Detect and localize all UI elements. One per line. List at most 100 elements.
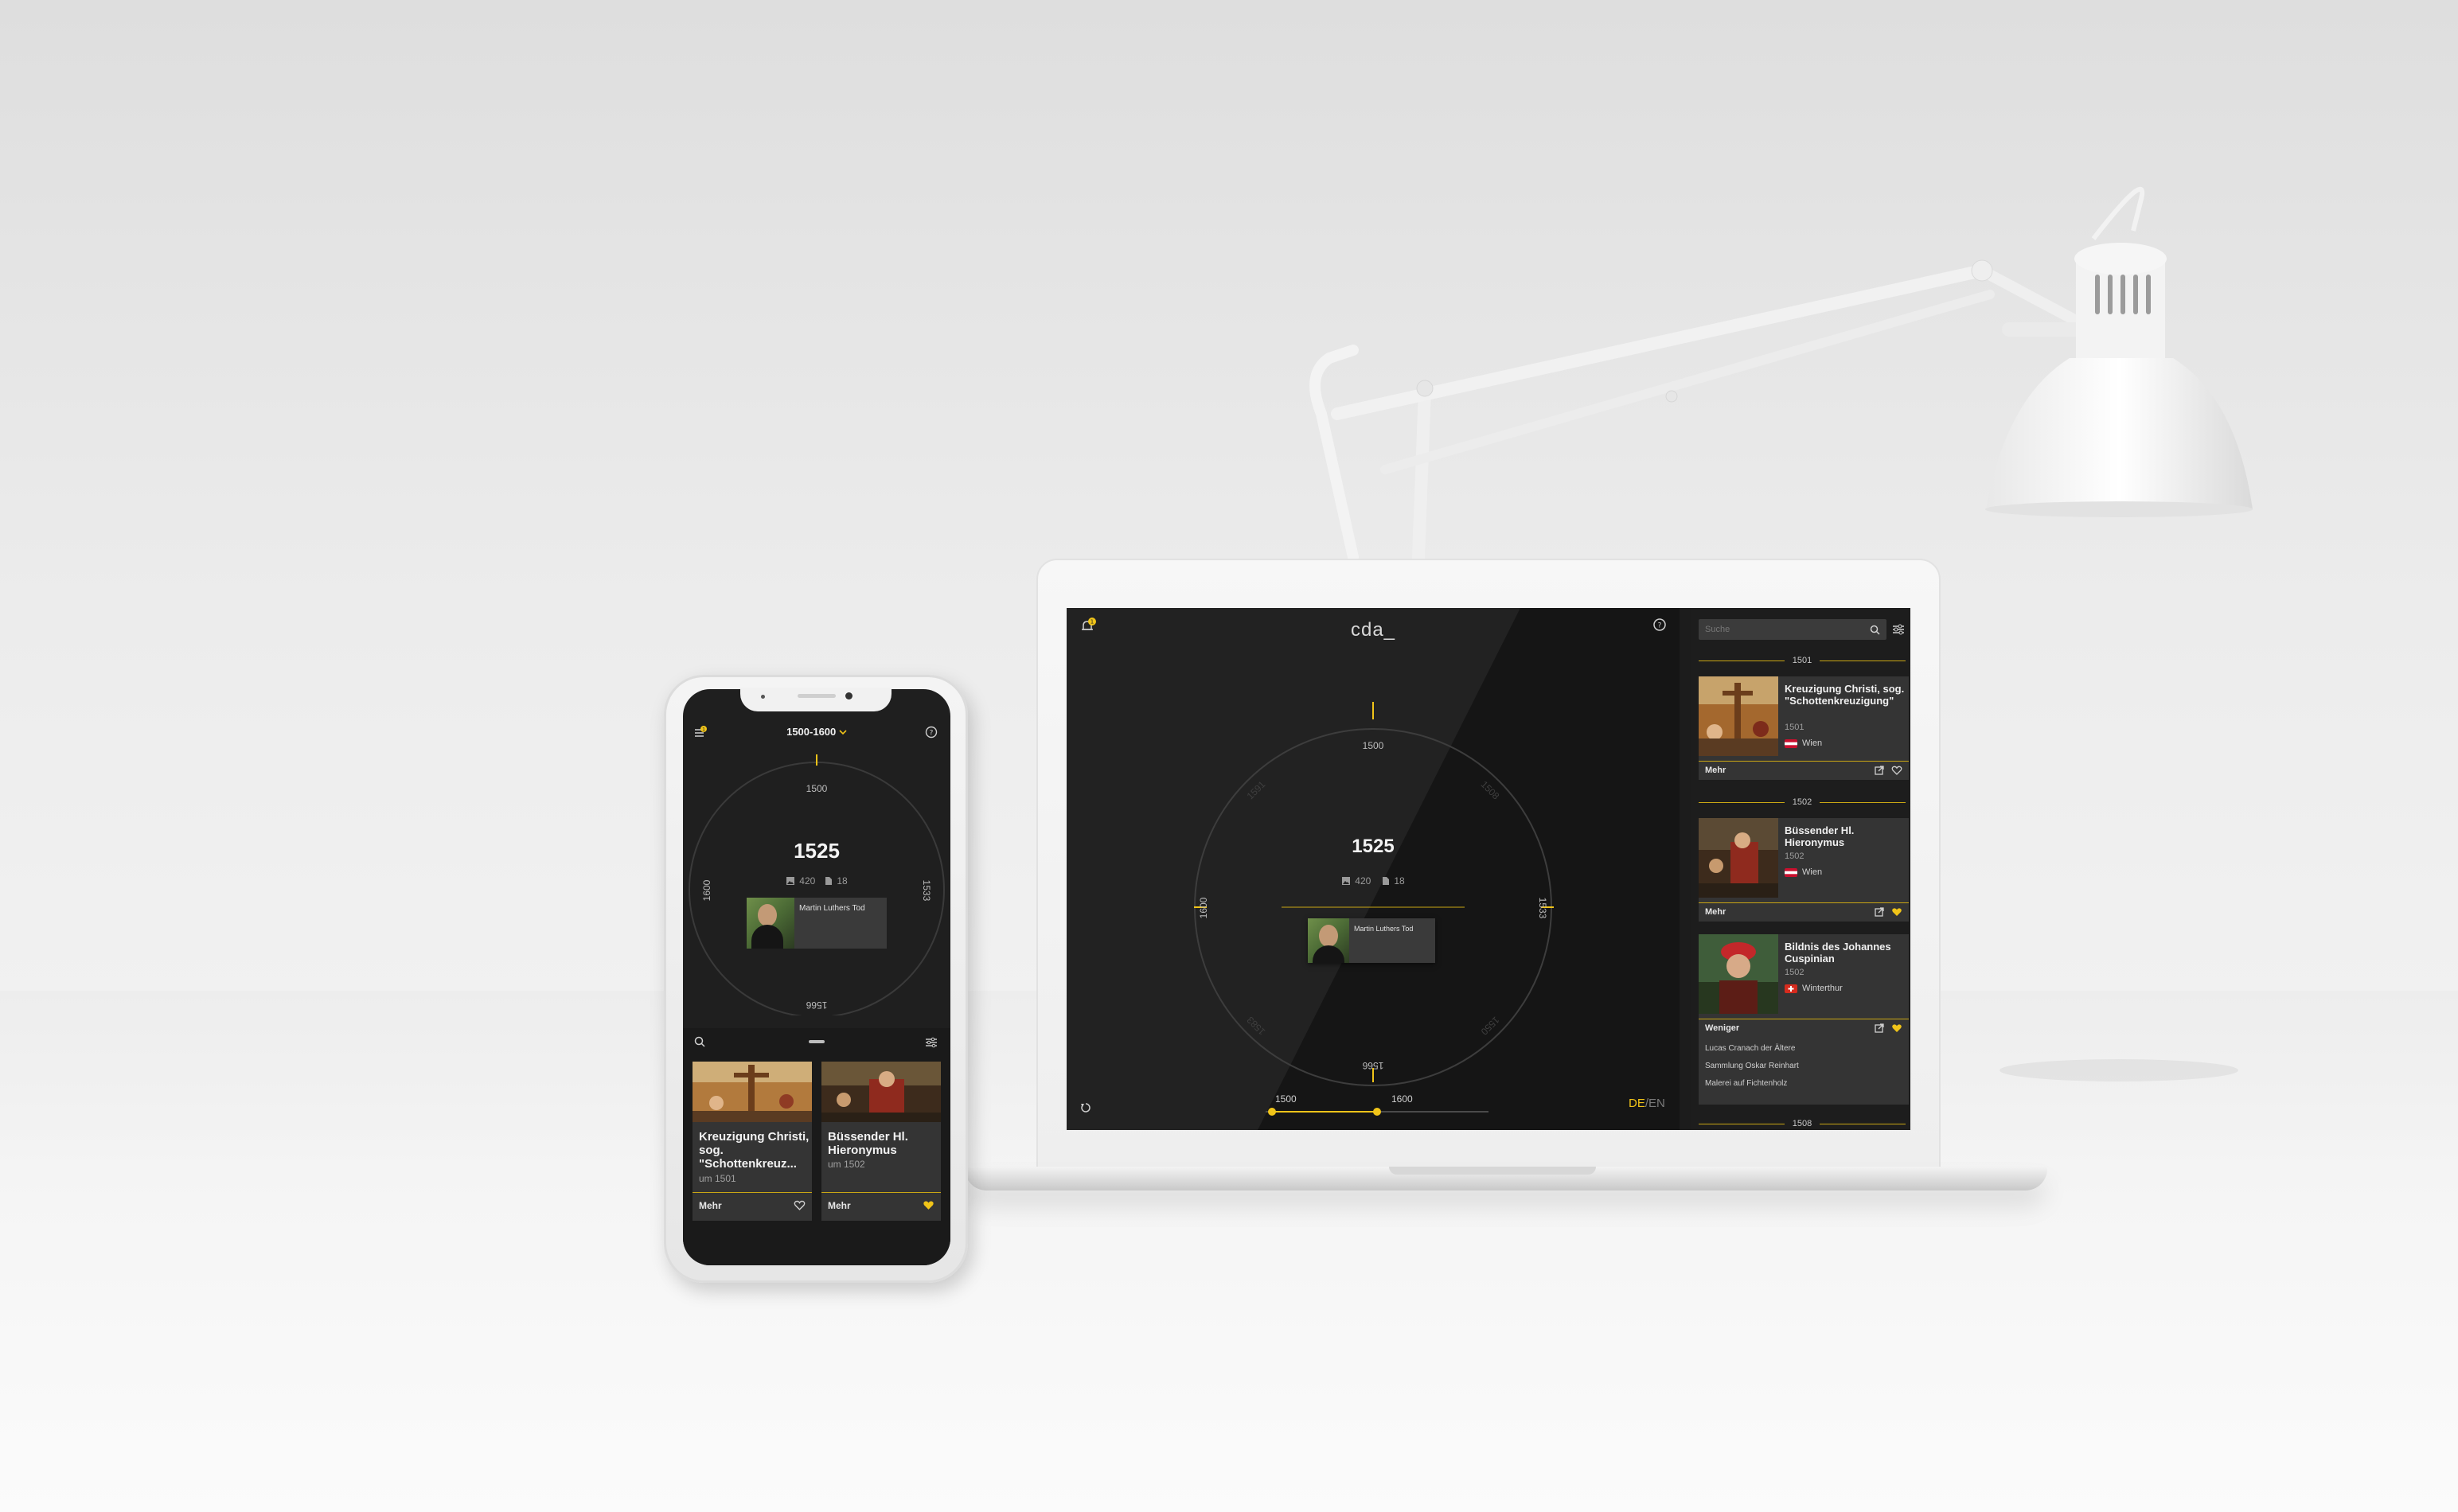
artwork-card[interactable]: Kreuzigung Christi, sog. "Schottenkreuzi…	[1699, 676, 1909, 780]
range-selector[interactable]: 1500-1600	[683, 726, 950, 738]
heart-outline-icon[interactable]	[794, 1199, 806, 1211]
austria-flag-icon	[1785, 738, 1797, 748]
artwork-thumbnail	[1699, 934, 1778, 1014]
artwork-action-bar: Mehr	[821, 1192, 941, 1218]
artwork-action-bar: Weniger	[1699, 1019, 1909, 1036]
image-icon	[1342, 877, 1351, 885]
search-input[interactable]: Suche	[1705, 625, 1870, 634]
event-portrait	[747, 898, 794, 949]
heart-filled-icon[interactable]	[1891, 1023, 1902, 1034]
artwork-collection: Sammlung Oskar Reinhart	[1705, 1062, 1799, 1070]
open-external-icon[interactable]	[1874, 906, 1885, 918]
more-button[interactable]: Mehr	[1705, 766, 1867, 775]
artwork-location-label: Winterthur	[1802, 984, 1843, 993]
range-start-label: 1500	[1275, 1093, 1297, 1105]
drag-handle[interactable]	[809, 1040, 825, 1043]
phone-artwork-card[interactable]: Kreuzigung Christi, sog. "Schottenkreuz.…	[693, 1062, 812, 1221]
artwork-location: Wien	[1785, 738, 1822, 748]
year-divider-label: 1501	[1792, 656, 1812, 665]
artwork-action-bar: Mehr	[693, 1192, 812, 1218]
heart-filled-icon[interactable]	[923, 1199, 934, 1211]
language-de[interactable]: DE	[1629, 1097, 1645, 1110]
time-wheel[interactable]	[1067, 608, 1680, 1130]
artwork-title: Kreuzigung Christi, sog. "Schottenkreuzi…	[1785, 683, 1905, 707]
range-end-handle[interactable]	[1373, 1108, 1381, 1116]
artwork-card[interactable]: Büssender Hl. Hieronymus 1502 Wien Mehr	[1699, 818, 1909, 922]
artwork-location: Winterthur	[1785, 984, 1843, 993]
help-icon[interactable]: ?	[925, 726, 938, 738]
range-end-label: 1600	[1391, 1093, 1413, 1105]
phone-results-panel: Kreuzigung Christi, sog. "Schottenkreuz.…	[683, 1028, 950, 1265]
phone-event-card[interactable]: Martin Luthers Tod	[747, 898, 887, 949]
artwork-thumbnail	[821, 1062, 941, 1122]
phone-artwork-card[interactable]: Büssender Hl. Hieronymus um 1502 Mehr	[821, 1062, 941, 1221]
heart-outline-icon[interactable]	[1891, 765, 1902, 776]
document-icon	[1383, 877, 1390, 885]
phone-sensor	[761, 695, 765, 699]
search-icon[interactable]	[694, 1036, 705, 1047]
reset-icon[interactable]	[1079, 1101, 1092, 1114]
artwork-card-expanded[interactable]: Bildnis des Johannes Cuspinian 1502 Wint…	[1699, 934, 1909, 1105]
language-switch[interactable]: DE/EN	[1629, 1097, 1665, 1110]
chevron-down-icon	[839, 730, 847, 735]
event-title: Martin Luthers Tod	[799, 904, 865, 913]
range-start-handle[interactable]	[1268, 1108, 1276, 1116]
year-divider: 1502	[1699, 796, 1906, 809]
artwork-title: Bildnis des Johannes Cuspinian	[1785, 941, 1891, 964]
event-title: Martin Luthers Tod	[1354, 925, 1414, 933]
artwork-medium: Malerei auf Fichtenholz	[1705, 1079, 1788, 1088]
current-year: 1525	[1352, 836, 1395, 857]
wheel-label-left: 1600	[1198, 897, 1209, 919]
search-bar[interactable]: Suche	[1699, 619, 1886, 640]
range-selector-label: 1500-1600	[786, 726, 837, 738]
phone-speaker	[798, 694, 836, 698]
austria-flag-icon	[1785, 867, 1797, 877]
event-card[interactable]: Martin Luthers Tod	[1308, 918, 1435, 963]
artwork-year: 1502	[1785, 851, 1804, 861]
more-button[interactable]: Mehr	[828, 1200, 923, 1211]
language-en[interactable]: EN	[1648, 1097, 1665, 1110]
artwork-year: um 1501	[699, 1173, 736, 1184]
laptop-screen: cda_ 1 ? 1500 1533 1566 1600 1508 1550 1…	[1067, 608, 1910, 1130]
year-divider-label: 1508	[1792, 1119, 1812, 1128]
year-divider: 1508	[1699, 1117, 1906, 1130]
phone-wheel-label-right: 1533	[921, 879, 932, 902]
phone-screen: 1 1500-1600 ? 1500 1533 1566 1600 1525 4…	[683, 689, 950, 1265]
less-button[interactable]: Weniger	[1705, 1023, 1867, 1033]
document-icon	[825, 877, 833, 885]
help-icon[interactable]: ?	[1652, 618, 1667, 632]
search-icon[interactable]	[1870, 625, 1880, 635]
wheel-label-right: 1533	[1537, 897, 1548, 919]
year-divider: 1501	[1699, 654, 1906, 667]
wheel-label-top: 1500	[1362, 740, 1384, 751]
open-external-icon[interactable]	[1874, 765, 1885, 776]
phone-wheel-label-left: 1600	[701, 879, 712, 902]
svg-text:?: ?	[930, 730, 934, 738]
phone-wheel-label-bottom: 1566	[806, 1000, 828, 1011]
open-external-icon[interactable]	[1874, 1023, 1885, 1034]
documents-stat: 18	[1382, 875, 1405, 887]
more-button[interactable]: Mehr	[699, 1200, 794, 1211]
more-button[interactable]: Mehr	[1705, 907, 1867, 917]
switzerland-flag-icon	[1785, 984, 1797, 993]
images-count: 420	[799, 875, 816, 887]
filter-icon[interactable]	[925, 1036, 938, 1049]
images-stat: 420	[786, 875, 815, 887]
heart-filled-icon[interactable]	[1891, 906, 1902, 918]
year-divider-label: 1502	[1792, 797, 1812, 807]
phone-wheel-stats: 420 18	[763, 875, 871, 887]
app-logo[interactable]: cda_	[1067, 619, 1680, 641]
documents-count: 18	[837, 875, 848, 887]
bell-icon[interactable]: 1	[1079, 618, 1097, 635]
svg-text:?: ?	[1658, 622, 1662, 630]
wheel-label-bottom: 1566	[1362, 1060, 1384, 1071]
artwork-title: Büssender Hl. Hieronymus	[828, 1130, 908, 1157]
artwork-title: Kreuzigung Christi, sog. "Schottenkreuz.…	[699, 1130, 810, 1171]
artwork-location-label: Wien	[1802, 867, 1823, 877]
phone-current-year: 1525	[794, 839, 840, 863]
timeline-view: cda_ 1 ? 1500 1533 1566 1600 1508 1550 1…	[1067, 608, 1680, 1130]
year-range-slider[interactable]	[1266, 1100, 1488, 1124]
image-icon	[786, 877, 795, 885]
images-stat: 420	[1341, 875, 1371, 887]
filter-icon[interactable]	[1891, 622, 1906, 637]
